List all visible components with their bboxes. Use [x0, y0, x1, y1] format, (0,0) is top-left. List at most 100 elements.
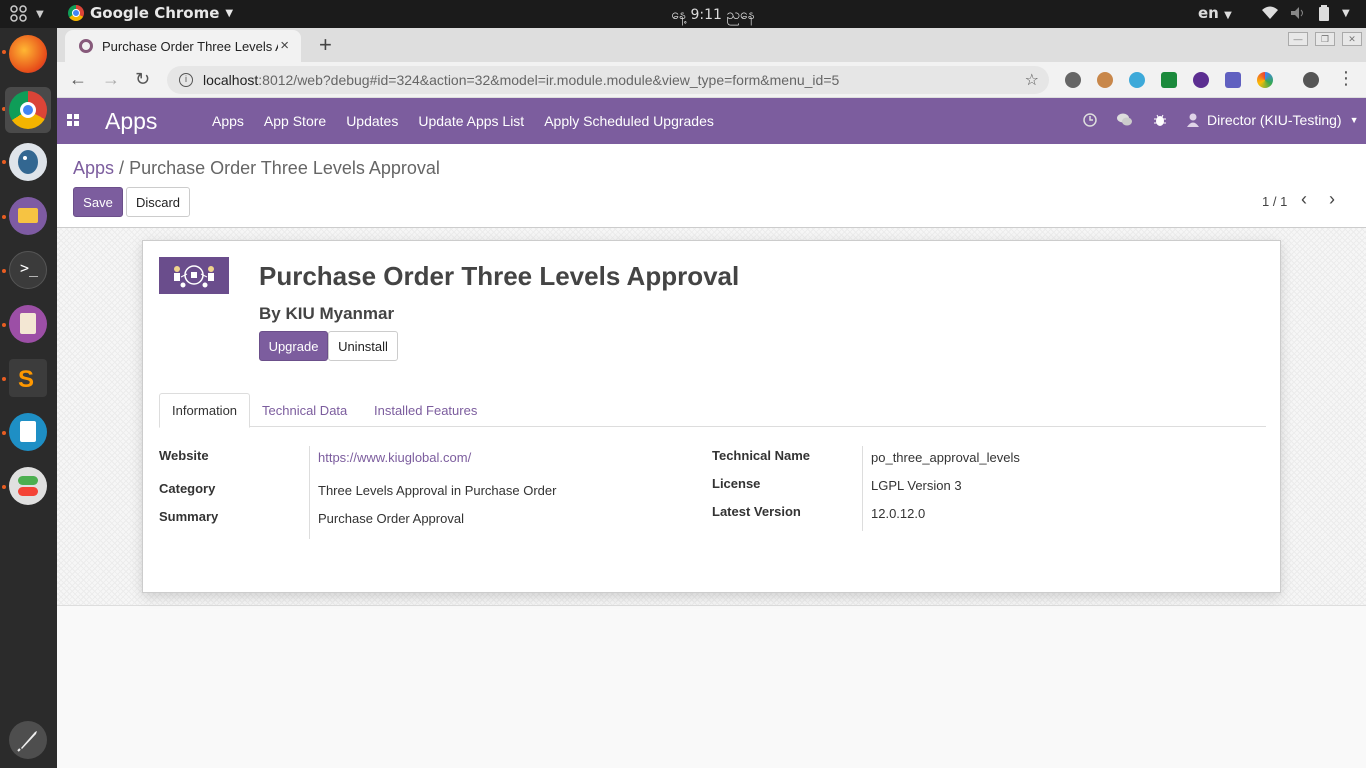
sublime-text-icon[interactable]: S — [9, 359, 47, 397]
app-switcher-icon[interactable] — [67, 114, 79, 126]
close-tab-icon[interactable]: × — [280, 37, 289, 54]
breadcrumb-parent[interactable]: Apps — [73, 158, 114, 178]
field-label-license: License — [712, 476, 761, 491]
language-indicator[interactable]: en ▼ — [1198, 4, 1232, 22]
menu-item-apply-scheduled-upgrades[interactable]: Apply Scheduled Upgrades — [544, 113, 714, 129]
form-sheet: Purchase Order Three Levels Approval By … — [142, 240, 1281, 593]
rocket-launcher-icon[interactable] — [9, 721, 47, 759]
odoo-navbar: Apps Apps App Store Updates Update Apps … — [57, 98, 1366, 144]
running-indicator — [2, 160, 6, 164]
reload-icon[interactable]: ↻ — [135, 69, 150, 90]
system-tray[interactable]: ▼ — [1262, 5, 1350, 21]
browser-tab[interactable]: Purchase Order Three Levels Approval × — [65, 30, 301, 62]
activity-clock-icon[interactable] — [1083, 113, 1097, 127]
field-label-summary: Summary — [159, 509, 219, 524]
field-separator — [862, 446, 863, 531]
field-value-license: LGPL Version 3 — [871, 478, 962, 493]
module-author: By KIU Myanmar — [259, 304, 395, 323]
running-indicator — [2, 215, 6, 219]
new-tab-button[interactable]: + — [319, 32, 332, 58]
maximize-window-button[interactable]: ❐ — [1315, 32, 1335, 46]
settings-toggle-icon[interactable] — [9, 467, 47, 505]
files-folder-icon[interactable] — [9, 197, 47, 235]
upgrade-button[interactable]: Upgrade — [259, 331, 328, 361]
running-indicator — [2, 377, 6, 381]
field-label-latest-version: Latest Version — [712, 504, 801, 519]
chevron-down-icon: ▼ — [1224, 10, 1232, 21]
chrome-launcher-active[interactable] — [5, 87, 51, 133]
back-arrow-icon[interactable]: ← — [69, 69, 87, 90]
discard-button[interactable]: Discard — [126, 187, 190, 217]
caret-down-icon: ▼ — [1349, 115, 1359, 125]
user-name: Director (KIU-Testing) — [1207, 112, 1342, 128]
minimize-window-button[interactable]: — — [1288, 32, 1308, 46]
field-label-category: Category — [159, 481, 216, 496]
firefox-launcher-icon[interactable] — [9, 35, 47, 73]
module-title: Purchase Order Three Levels Approval — [259, 261, 740, 291]
field-separator — [309, 446, 310, 539]
clock[interactable]: နေ့ 9:11 ညနေ — [0, 5, 1366, 26]
field-value-technical-name: po_three_approval_levels — [871, 450, 1020, 465]
tab-technical-data[interactable]: Technical Data — [250, 393, 359, 427]
breadcrumb-current: Purchase Order Three Levels Approval — [129, 158, 440, 178]
address-bar[interactable]: i localhost:8012/web?debug#id=324&action… — [167, 66, 1049, 94]
pager-next-icon[interactable]: › — [1329, 189, 1335, 210]
wifi-icon — [1262, 6, 1278, 19]
close-window-button[interactable]: ✕ — [1342, 32, 1362, 46]
tab-information[interactable]: Information — [159, 393, 251, 428]
extension-reader-icon[interactable] — [1225, 72, 1241, 88]
power-menu-icon: ▼ — [1342, 7, 1350, 19]
launcher-dock: >_ S — [0, 28, 57, 768]
menu-item-app-store[interactable]: App Store — [264, 113, 326, 129]
os-top-bar: ▼ Google Chrome ▼ နေ့ 9:11 ညနေ en ▼ ▼ — [0, 0, 1366, 28]
running-indicator — [2, 269, 6, 273]
extension-monkey-icon[interactable] — [1097, 72, 1113, 88]
field-label-technical-name: Technical Name — [712, 448, 811, 463]
forward-arrow-icon[interactable]: → — [102, 69, 120, 90]
browser-toolbar: ← → ↻ i localhost:8012/web?debug#id=324&… — [57, 62, 1366, 98]
debug-bug-icon[interactable] — [1153, 113, 1167, 127]
terminal-icon[interactable]: >_ — [9, 251, 47, 289]
main-menu: Apps App Store Updates Update Apps List … — [212, 113, 714, 129]
extension-download-icon[interactable] — [1257, 72, 1273, 88]
field-value-website-link[interactable]: https://www.kiuglobal.com/ — [318, 450, 471, 465]
breadcrumb: Apps / Purchase Order Three Levels Appro… — [73, 158, 440, 179]
user-menu[interactable]: Director (KIU-Testing) ▼ — [1187, 112, 1359, 128]
battery-icon — [1319, 5, 1329, 21]
app-brand[interactable]: Apps — [105, 108, 157, 135]
language-label: en — [1198, 4, 1219, 22]
pgadmin-elephant-icon[interactable] — [9, 143, 47, 181]
pager-value[interactable]: 1 / 1 — [1262, 194, 1287, 209]
extension-purple-icon[interactable] — [1193, 72, 1209, 88]
odoo-favicon-icon — [79, 39, 93, 53]
breadcrumb-separator: / — [119, 158, 125, 178]
running-indicator — [2, 431, 6, 435]
running-indicator — [2, 485, 6, 489]
volume-icon — [1291, 7, 1303, 19]
pager-previous-icon[interactable]: ‹ — [1301, 189, 1307, 210]
field-value-category: Three Levels Approval in Purchase Order — [318, 483, 557, 498]
uninstall-button[interactable]: Uninstall — [328, 331, 398, 361]
text-editor-icon[interactable] — [9, 305, 47, 343]
extension-mask-icon[interactable] — [1065, 72, 1081, 88]
field-value-latest-version: 12.0.12.0 — [871, 506, 926, 521]
running-indicator — [2, 50, 6, 54]
menu-item-update-apps-list[interactable]: Update Apps List — [418, 113, 524, 129]
menu-item-updates[interactable]: Updates — [346, 113, 398, 129]
messaging-chat-icon[interactable] — [1117, 113, 1133, 127]
url-host: localhost — [203, 72, 259, 88]
tab-installed-features[interactable]: Installed Features — [362, 393, 489, 427]
bookmark-star-icon[interactable]: ☆ — [1025, 70, 1039, 90]
profile-avatar-icon[interactable] — [1303, 72, 1319, 88]
menu-kebab-icon[interactable]: ⋮ — [1337, 68, 1355, 89]
save-button[interactable]: Save — [73, 187, 123, 217]
browser-tab-strip: Purchase Order Three Levels Approval × +… — [57, 28, 1366, 62]
menu-item-apps[interactable]: Apps — [212, 113, 244, 129]
module-logo-image — [159, 257, 229, 294]
extension-calendar-icon[interactable] — [1161, 72, 1177, 88]
browser-tab-title: Purchase Order Three Levels Approval — [102, 38, 278, 54]
user-avatar-icon — [1187, 113, 1199, 127]
site-info-icon[interactable]: i — [179, 73, 193, 87]
document-writer-icon[interactable] — [9, 413, 47, 451]
extension-bird-icon[interactable] — [1129, 72, 1145, 88]
